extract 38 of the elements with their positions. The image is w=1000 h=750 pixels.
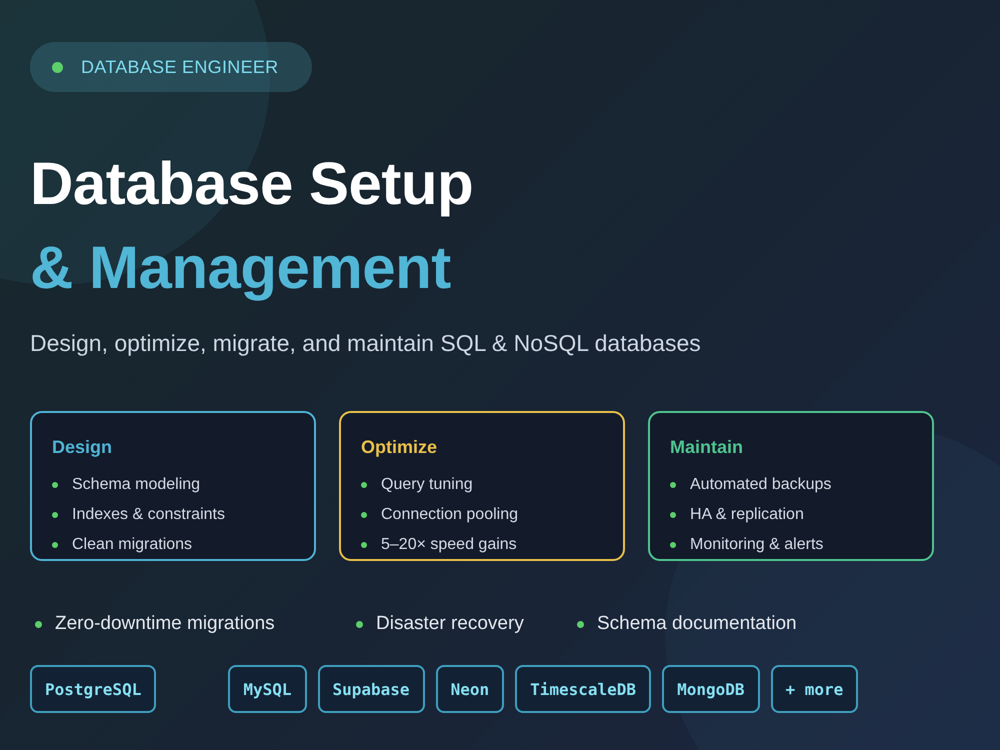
highlight-text: Disaster recovery [376, 613, 524, 635]
card-title: Design [52, 437, 114, 458]
list-item: Query tuning [381, 476, 473, 494]
bullet-icon [670, 542, 676, 548]
tech-tag: MongoDB [662, 665, 760, 713]
list-item: Clean migrations [72, 536, 192, 554]
bullet-icon [577, 620, 584, 628]
tech-tag: MySQL [228, 665, 306, 713]
list-item: Connection pooling [381, 506, 518, 524]
highlight-text: Schema documentation [597, 613, 797, 635]
tech-tag: Neon [436, 665, 504, 713]
list-item: Schema modeling [72, 476, 200, 494]
list-item: Monitoring & alerts [690, 536, 824, 554]
bullet-icon [52, 512, 58, 518]
list-item: 5–20× speed gains [381, 536, 517, 554]
bullet-icon [52, 542, 58, 548]
tech-tag: Supabase [318, 665, 425, 713]
bullet-icon [361, 512, 367, 518]
tech-tag: TimescaleDB [515, 665, 652, 713]
headline: & Management [30, 233, 452, 303]
bullet-icon [361, 542, 367, 548]
tech-tag: PostgreSQL [30, 665, 156, 713]
card-title: Optimize [361, 437, 438, 458]
list-item: HA & replication [690, 506, 804, 524]
subtitle: Design, optimize, migrate, and maintain SQL & NoSQL databases [30, 330, 702, 357]
bullet-icon [361, 482, 367, 488]
bullet-icon [35, 620, 42, 628]
card-title: Maintain [670, 437, 744, 458]
bullet-icon [670, 512, 676, 518]
tech-tag: + more [770, 665, 858, 713]
bullet-icon [670, 482, 676, 488]
list-item: Indexes & constraints [72, 506, 225, 524]
badge-label: DATABASE ENGINEER [81, 56, 278, 78]
highlight-text: Zero-downtime migrations [55, 613, 275, 635]
list-item: Automated backups [690, 476, 832, 494]
bullet-icon [356, 620, 363, 628]
bullet-icon [52, 482, 58, 488]
headline: Database Setup [30, 149, 474, 219]
